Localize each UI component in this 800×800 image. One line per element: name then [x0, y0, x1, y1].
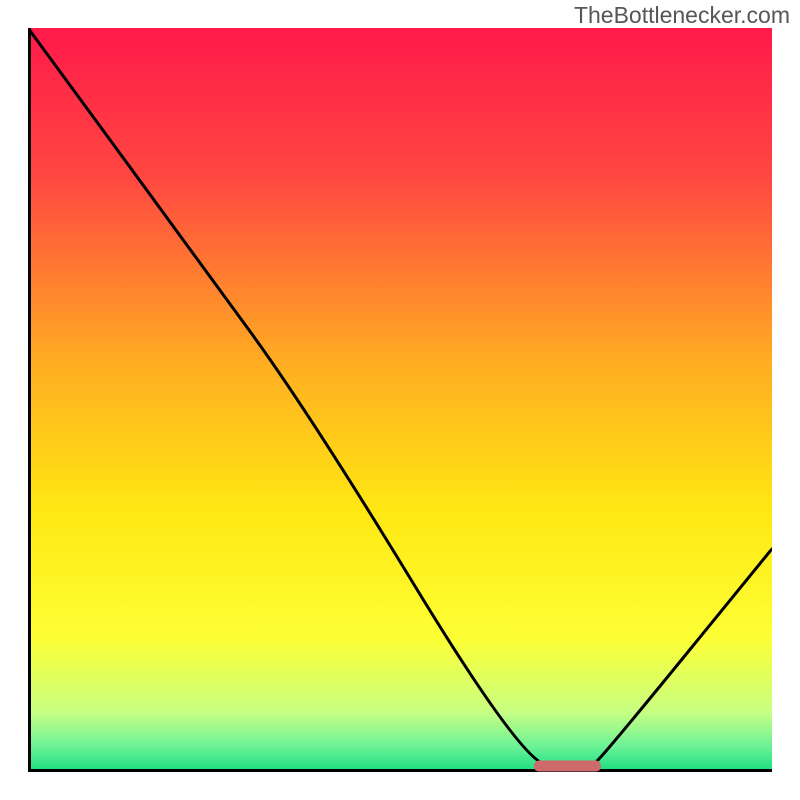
- chart-svg: [28, 28, 772, 772]
- gradient-background: [28, 28, 772, 772]
- bottleneck-chart: [28, 28, 772, 772]
- optimum-marker: [534, 761, 601, 772]
- chart-container: TheBottlenecker.com: [0, 0, 800, 800]
- watermark-label: TheBottlenecker.com: [574, 2, 790, 29]
